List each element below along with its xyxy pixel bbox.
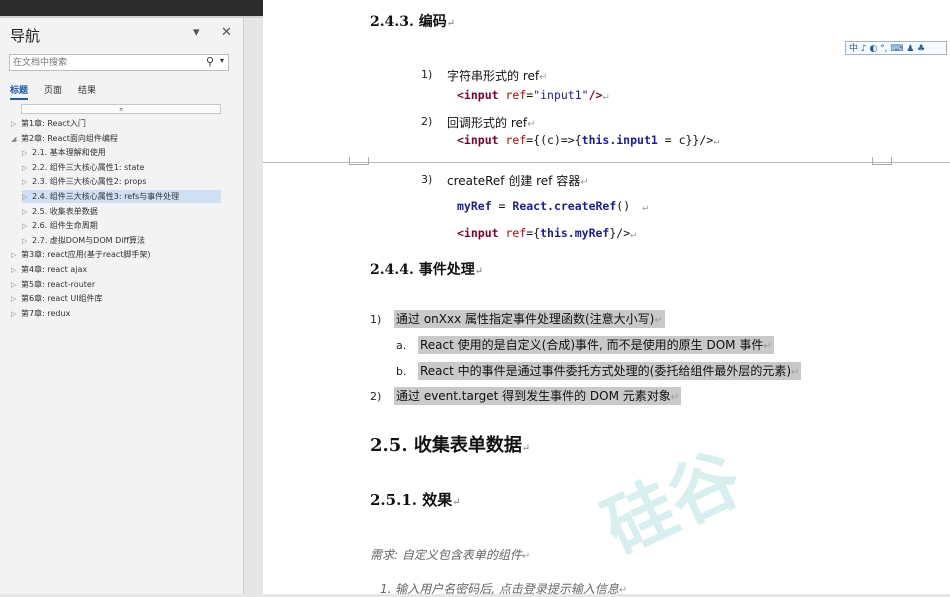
list-number: 1) xyxy=(370,313,382,326)
list-letter: a. xyxy=(396,339,407,352)
expand-arrow-icon[interactable]: ▷ xyxy=(11,293,21,306)
list-number: 2) xyxy=(370,390,382,403)
page-corner-mark xyxy=(349,157,369,165)
list-text: 回调形式的 ref↵ xyxy=(447,116,536,130)
list-text: 字符串形式的 ref↵ xyxy=(447,69,548,83)
list-letter: b. xyxy=(396,365,407,378)
list-text-highlighted: 通过 event.target 得到发生事件的 DOM 元素对象↵ xyxy=(394,387,682,405)
list-number: 2) xyxy=(421,115,433,128)
page-corner-mark xyxy=(872,157,892,165)
code-line: <input ref={(c)=>{this.input1 = c}}/>↵ xyxy=(457,133,720,147)
expand-arrow-icon[interactable]: ▷ xyxy=(11,249,21,262)
chevron-down-icon[interactable]: ▾ xyxy=(220,56,224,65)
tab-pages[interactable]: 页面 xyxy=(44,83,62,96)
code-line: myRef = React.createRef() ↵ xyxy=(457,199,649,213)
heading-2-4-4: 2.4.4. 事件处理↵ xyxy=(370,262,484,278)
list-text-highlighted: 通过 onXxx 属性指定事件处理函数(注意大小写)↵ xyxy=(394,310,665,328)
expand-arrow-icon[interactable]: ▷ xyxy=(22,206,32,219)
list-text-highlighted: React 使用的是自定义(合成)事件, 而不是使用的原生 DOM 事件↵ xyxy=(418,336,774,354)
list-text-highlighted: React 中的事件是通过事件委托方式处理的(委托给组件最外层的元素)↵ xyxy=(418,362,802,380)
requirement-text: 需求: 自定义包含表单的组件↵ xyxy=(370,548,531,562)
navigation-pane: 导航 ▾ ✕ ⚲ ▾ 标题 页面 结果 ⌅ ▷第1章: React入门 ◢第2章… xyxy=(0,18,244,594)
tab-headings[interactable]: 标题 xyxy=(10,83,28,96)
expand-arrow-icon[interactable]: ▷ xyxy=(22,191,32,204)
expand-arrow-icon[interactable]: ▷ xyxy=(11,264,21,277)
search-box: ⚲ ▾ xyxy=(9,54,229,71)
tree-item[interactable]: ▷ 第7章: redux xyxy=(11,307,70,320)
heading-2-5: 2.5. 收集表单数据↵ xyxy=(370,435,531,456)
list-number: 1) xyxy=(421,68,433,81)
tree-item[interactable]: ◢ 第2章: React面向组件编程 xyxy=(11,132,118,145)
list-text: createRef 创建 ref 容器↵ xyxy=(447,174,589,188)
tree-item[interactable]: ▷ 2.7. 虚拟DOM与DOM Diff算法 xyxy=(22,234,145,247)
heading-2-5-1: 2.5.1. 效果↵ xyxy=(370,491,461,509)
close-icon[interactable]: ✕ xyxy=(221,25,232,40)
expand-arrow-icon[interactable]: ▷ xyxy=(22,220,32,233)
nav-options-icon[interactable]: ▾ xyxy=(193,25,200,40)
tree-item[interactable]: ▷ 第5章: react-router xyxy=(11,278,95,291)
search-input[interactable] xyxy=(13,56,193,70)
search-icon[interactable]: ⚲ xyxy=(206,55,214,68)
expand-arrow-icon[interactable]: ▷ xyxy=(11,118,21,131)
nav-title: 导航 xyxy=(10,27,41,45)
active-tab-indicator xyxy=(10,98,28,100)
code-line: <input ref="input1"/>↵ xyxy=(457,88,609,102)
tree-item[interactable]: ▷ 第6章: react UI组件库 xyxy=(11,292,103,305)
tree-item[interactable]: ▷ 2.5. 收集表单数据 xyxy=(22,205,98,218)
collapse-all-button[interactable]: ⌅ xyxy=(21,104,221,114)
tree-item[interactable]: ▷ 2.2. 组件三大核心属性1: state xyxy=(22,161,144,174)
tree-item[interactable]: ▷ 2.6. 组件生命周期 xyxy=(22,219,98,232)
list-number: 3) xyxy=(421,173,433,186)
requirement-item: 1. 输入用户名密码后, 点击登录提示输入信息↵ xyxy=(380,582,628,596)
expand-arrow-icon[interactable]: ▷ xyxy=(22,235,32,248)
heading-2-4-3: 2.4.3. 编码↵ xyxy=(370,14,456,30)
expand-arrow-icon[interactable]: ▷ xyxy=(11,279,21,292)
tree-item[interactable]: ▷ 第3章: react应用(基于react脚手架) xyxy=(11,248,151,261)
tree-item[interactable]: ▷ 2.1. 基本理解和使用 xyxy=(22,146,106,159)
expand-arrow-icon[interactable]: ▷ xyxy=(22,147,32,160)
collapse-arrow-icon[interactable]: ◢ xyxy=(11,133,21,146)
tree-item-selected[interactable]: ▷ 2.4. 组件三大核心属性3: refs与事件处理 xyxy=(22,190,221,203)
tab-results[interactable]: 结果 xyxy=(78,83,96,96)
tree-item[interactable]: ▷ 第4章: react ajax xyxy=(11,263,87,276)
expand-arrow-icon[interactable]: ▷ xyxy=(22,176,32,189)
tree-item[interactable]: ▷ 第1章: React入门 xyxy=(11,117,86,130)
code-line: <input ref={this.myRef}/>↵ xyxy=(457,226,637,240)
expand-arrow-icon[interactable]: ▷ xyxy=(22,162,32,175)
expand-arrow-icon[interactable]: ▷ xyxy=(11,308,21,321)
tree-item[interactable]: ▷ 2.3. 组件三大核心属性2: props xyxy=(22,175,146,188)
ime-toolbar[interactable]: 中 ♪ ◐ °, ⌨ ♟ ♣ xyxy=(845,41,947,55)
